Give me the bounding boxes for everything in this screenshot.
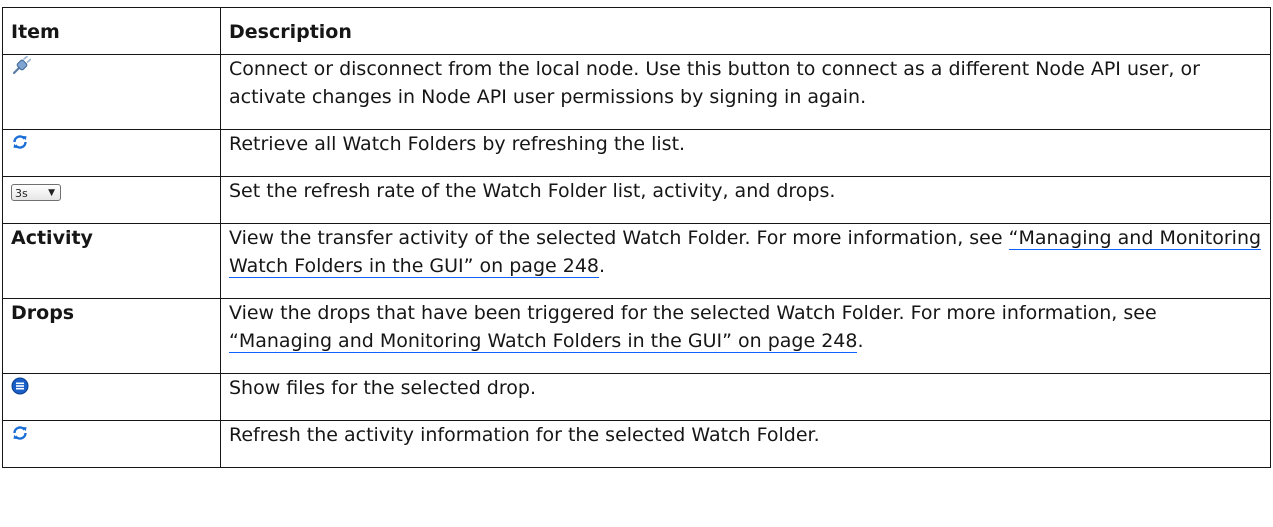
- item-description-table: Item Description Connect or disconnect f…: [2, 7, 1271, 468]
- table-row: Drops View the drops that have been trig…: [2, 298, 1271, 374]
- table-row: Activity View the transfer activity of t…: [2, 223, 1271, 299]
- refresh-rate-dropdown: 3s ▼: [11, 184, 61, 201]
- cross-reference-link[interactable]: “Managing and Monitoring Watch Folders i…: [229, 330, 858, 353]
- connect-plug-icon: [11, 55, 32, 84]
- table-row: Connect or disconnect from the local nod…: [2, 54, 1271, 130]
- header-description: Description: [220, 7, 1271, 55]
- item-cell: [2, 373, 221, 421]
- table-header-row: Item Description: [2, 7, 1271, 55]
- refresh-icon: [11, 422, 29, 450]
- item-cell: [2, 54, 221, 130]
- description-text: View the transfer activity of the select…: [229, 227, 1003, 249]
- table-row: Show files for the selected drop.: [2, 373, 1271, 421]
- show-files-list-icon: [11, 375, 29, 403]
- chevron-down-icon: ▼: [48, 188, 55, 198]
- refresh-rate-value: 3s: [15, 187, 28, 200]
- description-cell: View the transfer activity of the select…: [220, 223, 1271, 299]
- description-cell: Refresh the activity information for the…: [220, 420, 1271, 468]
- header-item: Item: [2, 7, 221, 55]
- description-suffix: .: [857, 330, 864, 352]
- description-suffix: .: [599, 255, 606, 277]
- description-cell: Set the refresh rate of the Watch Folder…: [220, 176, 1271, 224]
- item-cell: Activity: [2, 223, 221, 299]
- refresh-icon: [11, 131, 29, 159]
- table-row: Refresh the activity information for the…: [2, 420, 1271, 468]
- table-row: 3s ▼ Set the refresh rate of the Watch F…: [2, 176, 1271, 224]
- item-cell: [2, 129, 221, 177]
- description-cell: View the drops that have been triggered …: [220, 298, 1271, 374]
- description-cell: Retrieve all Watch Folders by refreshing…: [220, 129, 1271, 177]
- description-cell: Show files for the selected drop.: [220, 373, 1271, 421]
- item-cell: 3s ▼: [2, 176, 221, 224]
- item-cell: Drops: [2, 298, 221, 374]
- description-text: View the drops that have been triggered …: [229, 302, 1157, 324]
- item-cell: [2, 420, 221, 468]
- table-row: Retrieve all Watch Folders by refreshing…: [2, 129, 1271, 177]
- description-cell: Connect or disconnect from the local nod…: [220, 54, 1271, 130]
